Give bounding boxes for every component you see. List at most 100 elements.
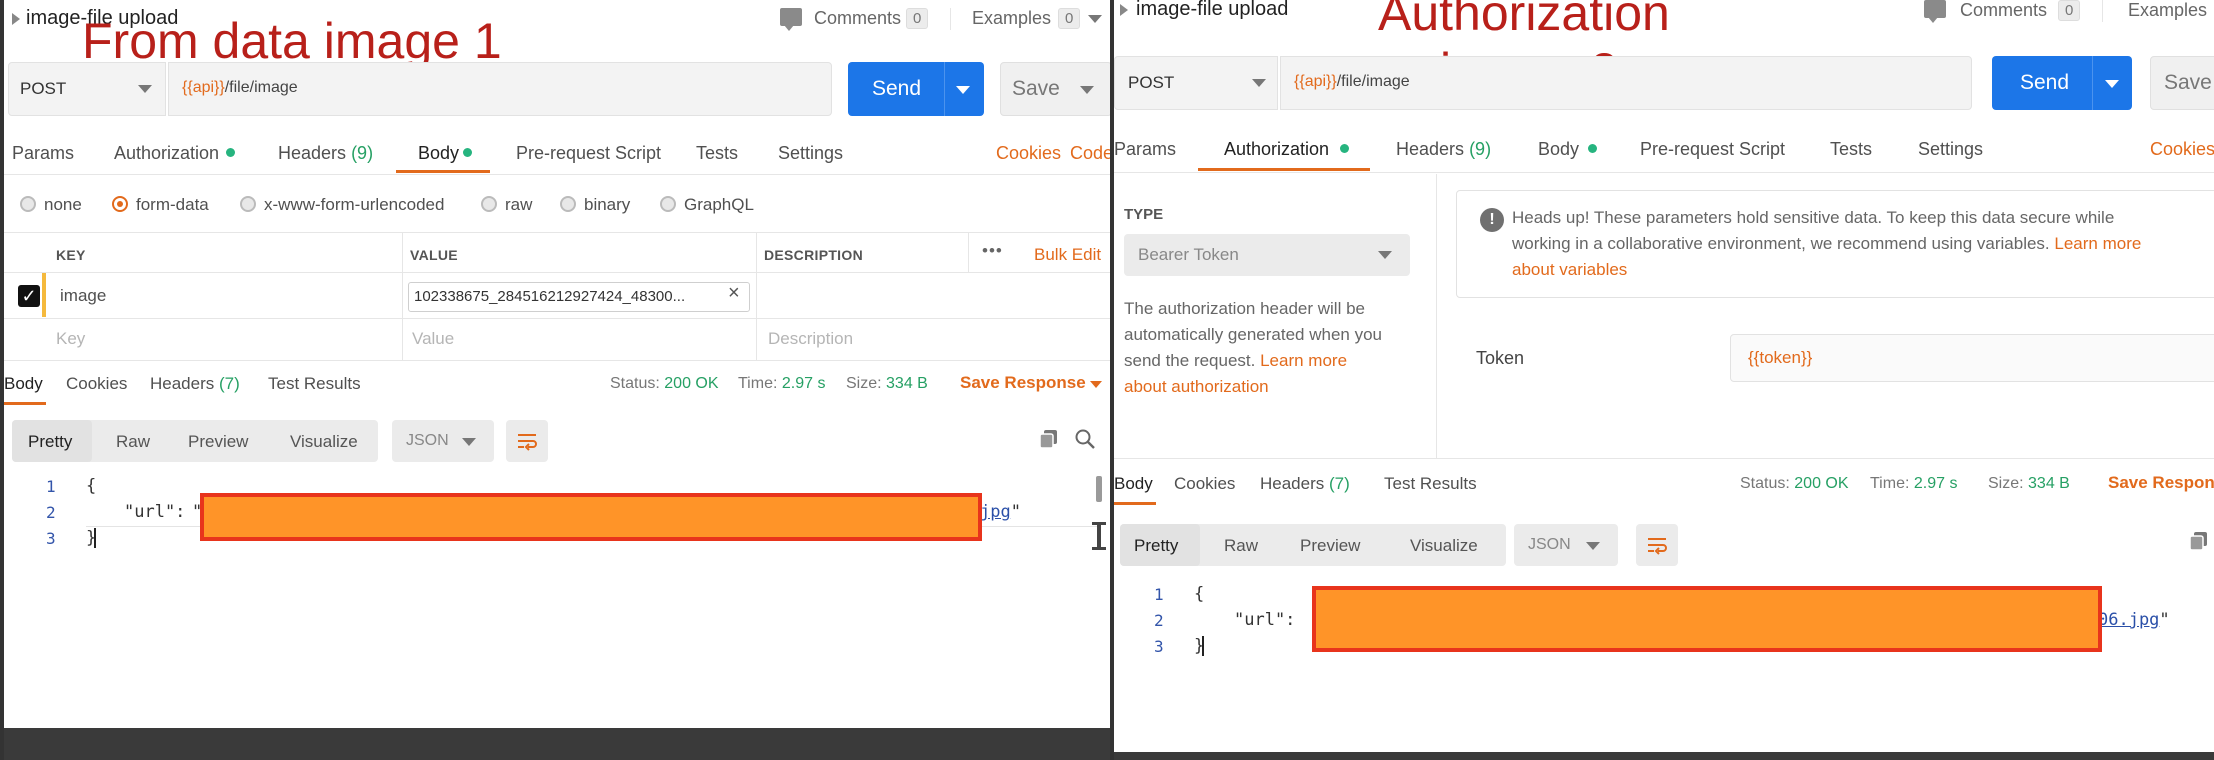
view-visualize-button[interactable]: Visualize <box>1410 536 1478 556</box>
response-tab-body[interactable]: Body <box>1114 474 1153 494</box>
comments-count-badge: 0 <box>906 8 929 29</box>
copy-icon[interactable] <box>1038 428 1060 450</box>
tab-authorization[interactable]: Authorization <box>1224 139 1329 160</box>
value-placeholder[interactable]: Value <box>412 329 454 349</box>
collapse-arrow-icon[interactable] <box>12 13 20 25</box>
url-link-tail[interactable]: 06.jpg <box>2098 610 2159 630</box>
bulk-edit-link[interactable]: Bulk Edit <box>1034 245 1101 265</box>
response-tab-headers[interactable]: Headers (7) <box>1260 474 1350 494</box>
view-raw-button[interactable]: Raw <box>1224 536 1258 556</box>
response-tab-test-results[interactable]: Test Results <box>268 374 361 394</box>
tab-pre-request-script[interactable]: Pre-request Script <box>1640 139 1785 160</box>
active-tab-underline <box>1198 168 1370 171</box>
response-tab-headers[interactable]: Headers (7) <box>150 374 240 394</box>
comments-icon[interactable] <box>780 8 802 31</box>
view-raw-button[interactable]: Raw <box>116 432 150 452</box>
scrollbar-thumb[interactable] <box>1096 476 1102 502</box>
url-link-tail[interactable]: jpg <box>980 502 1011 522</box>
send-chevron-down-icon[interactable] <box>2105 80 2119 88</box>
tab-headers[interactable]: Headers (9) <box>278 143 373 164</box>
code-line-2-key: "url": <box>1234 610 1296 630</box>
response-headers-count: (7) <box>219 374 240 393</box>
tab-body[interactable]: Body <box>418 143 459 164</box>
auth-desc-line-2: automatically generated when you <box>1124 325 1382 344</box>
learn-more-variables-link[interactable]: Learn more <box>2054 234 2141 253</box>
url-text: {{api}}/file/image <box>1294 73 1410 91</box>
url-path: /file/image <box>1336 73 1410 90</box>
tab-settings[interactable]: Settings <box>778 143 843 164</box>
tab-params[interactable]: Params <box>12 143 74 164</box>
comments-label[interactable]: Comments <box>814 8 901 29</box>
auth-type-chevron-down-icon[interactable] <box>1378 251 1392 259</box>
tab-tests[interactable]: Tests <box>1830 139 1872 160</box>
response-tab-test-results[interactable]: Test Results <box>1384 474 1477 494</box>
tab-params[interactable]: Params <box>1114 139 1176 160</box>
size-label: Size: <box>846 375 882 392</box>
auth-desc-line-1: The authorization header will be <box>1124 299 1365 318</box>
line-number: 2 <box>46 503 56 522</box>
save-response-chevron-down-icon[interactable] <box>1090 381 1102 388</box>
tab-body[interactable]: Body <box>1538 139 1579 160</box>
format-chevron-down-icon[interactable] <box>1586 542 1600 550</box>
method-chevron-down-icon[interactable] <box>138 85 152 93</box>
url-variable: {{api}} <box>1294 73 1337 90</box>
view-preview-button[interactable]: Preview <box>188 432 248 452</box>
search-icon[interactable] <box>1074 428 1096 450</box>
body-status-dot <box>463 148 472 157</box>
learn-more-auth-link-line-2[interactable]: about authorization <box>1124 377 1269 397</box>
more-options-icon[interactable]: ••• <box>982 241 1003 261</box>
row-key[interactable]: image <box>60 286 106 306</box>
clear-file-icon[interactable]: × <box>728 282 740 305</box>
cookies-link[interactable]: Cookies <box>2150 139 2214 160</box>
tab-tests[interactable]: Tests <box>696 143 738 164</box>
authorization-status-dot <box>226 148 235 157</box>
examples-label[interactable]: Examples <box>972 8 1051 29</box>
tab-headers[interactable]: Headers (9) <box>1396 139 1491 160</box>
save-label: Save <box>1012 77 1060 100</box>
radio-graphql-label: GraphQL <box>684 195 754 214</box>
row-enabled-checkbox[interactable]: ✓ <box>18 285 40 307</box>
save-chevron-down-icon[interactable] <box>1080 86 1094 94</box>
save-response-button[interactable]: Save Response <box>960 373 1086 393</box>
examples-count-badge: 0 <box>1058 8 1081 29</box>
key-placeholder[interactable]: Key <box>56 329 85 349</box>
tab-settings[interactable]: Settings <box>1918 139 1983 160</box>
examples-label[interactable]: Examples <box>2128 0 2207 21</box>
view-preview-button[interactable]: Preview <box>1300 536 1360 556</box>
response-tab-body[interactable]: Body <box>4 374 43 394</box>
format-chevron-down-icon[interactable] <box>462 438 476 446</box>
response-tab-cookies[interactable]: Cookies <box>66 374 127 394</box>
view-pretty-button[interactable]: Pretty <box>28 432 72 452</box>
format-value: JSON <box>1528 536 1571 553</box>
learn-more-auth-link[interactable]: Learn more <box>1260 351 1347 370</box>
radio-raw[interactable] <box>481 196 497 212</box>
response-tab-cookies[interactable]: Cookies <box>1174 474 1235 494</box>
comments-label[interactable]: Comments <box>1960 0 2047 21</box>
radio-none[interactable] <box>20 196 36 212</box>
tab-pre-request-script[interactable]: Pre-request Script <box>516 143 661 164</box>
cookies-link[interactable]: Cookies <box>996 143 1061 164</box>
radio-binary[interactable] <box>560 196 576 212</box>
comments-icon[interactable] <box>1924 0 1946 23</box>
code-line-2-close-quote: " <box>2159 610 2170 630</box>
radio-urlencoded[interactable] <box>240 196 256 212</box>
scrollbar-cursor <box>1092 522 1106 550</box>
view-visualize-button[interactable]: Visualize <box>290 432 358 452</box>
tab-authorization[interactable]: Authorization <box>114 143 219 164</box>
code-link[interactable]: Code <box>1070 143 1110 164</box>
collapse-arrow-icon[interactable] <box>1120 4 1128 16</box>
radio-form-data[interactable] <box>112 196 128 212</box>
view-pretty-button[interactable]: Pretty <box>1134 536 1178 556</box>
description-placeholder[interactable]: Description <box>768 329 853 349</box>
save-response-button[interactable]: Save Respons <box>2108 473 2214 493</box>
response-active-underline <box>4 402 46 405</box>
examples-chevron-down-icon[interactable] <box>1088 15 1102 23</box>
learn-more-variables-link-line-2[interactable]: about variables <box>1512 260 1627 280</box>
header-row-border <box>4 272 1110 273</box>
time-value: 2.97 s <box>1913 475 1958 492</box>
method-value: POST <box>20 79 67 98</box>
send-chevron-down-icon[interactable] <box>956 86 970 94</box>
method-chevron-down-icon[interactable] <box>1252 79 1266 87</box>
radio-graphql[interactable] <box>660 196 676 212</box>
copy-icon[interactable] <box>2188 530 2210 552</box>
